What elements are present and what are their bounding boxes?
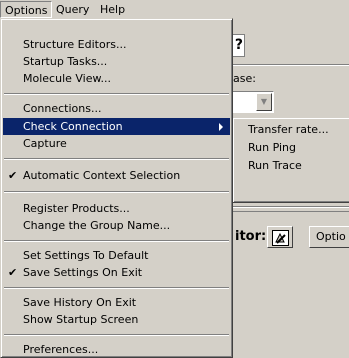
menu-query[interactable]: Query [52, 1, 99, 18]
divider [232, 65, 349, 66]
menu-item-change-group-name[interactable]: Change the Group Name... [3, 217, 230, 234]
menu-item-molecule-view[interactable]: Molecule View... [3, 70, 230, 87]
menu-item-connections[interactable]: Connections... [3, 100, 230, 117]
checkmark-icon: ✔ [8, 169, 18, 182]
checkmark-icon: ✔ [8, 266, 18, 279]
menu-item-check-connection[interactable]: Check Connection [3, 118, 230, 135]
editor-options-button[interactable]: Optio [309, 226, 349, 248]
menu-item-register-products[interactable]: Register Products... [3, 200, 230, 217]
editor-label: itor: [235, 229, 267, 244]
submenu-item-transfer-rate[interactable]: Transfer rate... [235, 121, 349, 138]
divider [232, 211, 349, 212]
menu-item-save-settings-on-exit[interactable]: ✔ Save Settings On Exit [3, 264, 230, 281]
chevron-down-icon[interactable]: ▼ [256, 93, 272, 111]
divider [232, 207, 349, 208]
submenu-item-run-ping[interactable]: Run Ping [235, 139, 349, 156]
menu-item-preferences[interactable]: Preferences... [3, 341, 230, 358]
menu-separator [4, 287, 229, 289]
menu-item-structure-editors[interactable]: Structure Editors... [3, 36, 230, 53]
help-glyph: ? [234, 37, 243, 53]
menu-separator [4, 158, 229, 160]
database-label: ase: [233, 72, 256, 85]
menu-bar: Options Query Help [0, 0, 349, 19]
editor-icon [272, 230, 289, 246]
menu-item-automatic-context-selection[interactable]: ✔ Automatic Context Selection [3, 167, 230, 184]
options-menu: Structure Editors... Startup Tasks... Mo… [0, 18, 233, 358]
menu-item-set-settings-default[interactable]: Set Settings To Default [3, 247, 230, 264]
menu-help[interactable]: Help [96, 1, 136, 18]
menu-item-startup-tasks[interactable]: Startup Tasks... [3, 53, 230, 70]
menu-separator [4, 93, 229, 95]
help-button[interactable]: ? [232, 34, 245, 57]
menu-separator [4, 240, 229, 242]
menu-item-label: Save Settings On Exit [23, 266, 143, 279]
menu-item-save-history-on-exit[interactable]: Save History On Exit [3, 294, 230, 311]
menu-separator [4, 334, 229, 336]
submenu-item-run-trace[interactable]: Run Trace [235, 157, 349, 174]
menu-item-capture[interactable]: Capture [3, 135, 230, 152]
menu-options[interactable]: Options [0, 1, 52, 18]
submenu-arrow-icon [219, 123, 223, 131]
menu-item-label: Automatic Context Selection [23, 169, 181, 182]
check-connection-submenu: Transfer rate... Run Ping Run Trace [233, 118, 349, 203]
menu-item-label: Check Connection [23, 120, 123, 133]
database-combo[interactable]: ▼ [232, 91, 274, 113]
menu-separator [4, 191, 229, 193]
structure-editor-button[interactable] [267, 226, 293, 248]
menu-item-show-startup-screen[interactable]: Show Startup Screen [3, 311, 230, 328]
